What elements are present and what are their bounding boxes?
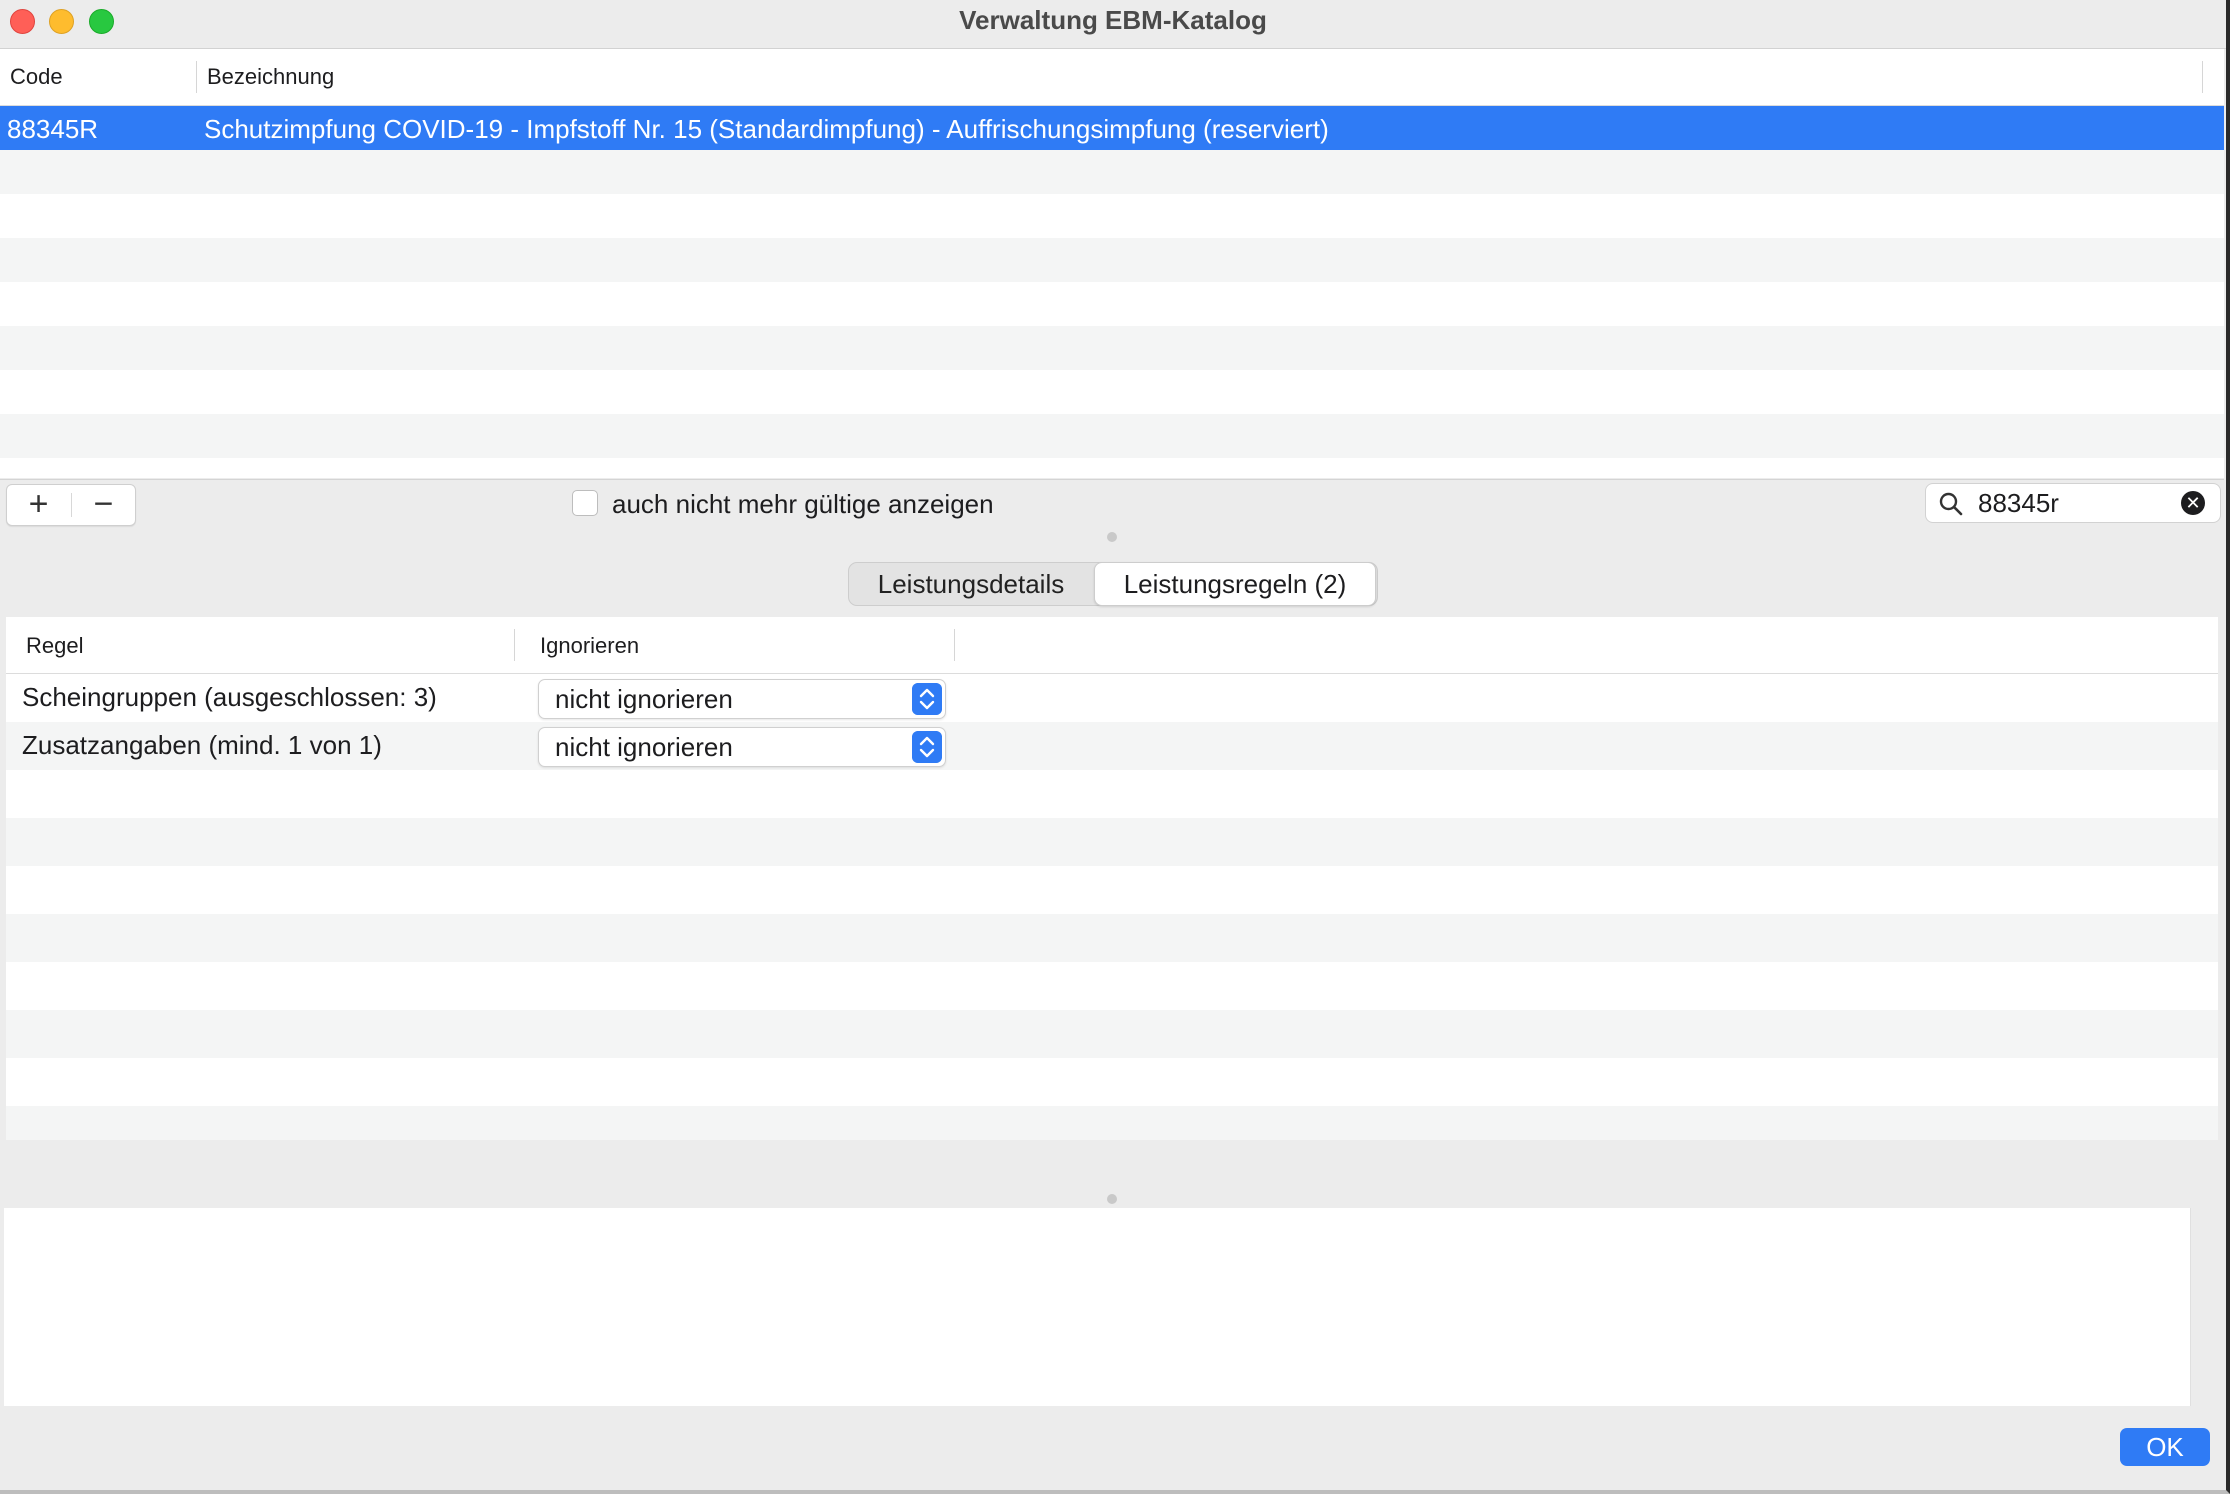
tab-leistungsregeln[interactable]: Leistungsregeln (2): [1094, 562, 1376, 606]
empty-row: [6, 818, 2218, 866]
search-field[interactable]: 88345r ✕: [1925, 483, 2221, 523]
rule-name: Zusatzangaben (mind. 1 von 1): [22, 730, 382, 760]
ignore-select[interactable]: nicht ignorieren: [538, 727, 946, 767]
column-divider: [954, 629, 955, 661]
show-invalid-label[interactable]: auch nicht mehr gültige anzeigen: [612, 489, 994, 520]
notes-text-area[interactable]: [4, 1208, 2191, 1406]
empty-row: [0, 150, 2224, 194]
catalog-row-code: 88345R: [7, 114, 99, 144]
catalog-table-header: Code Bezeichnung: [0, 49, 2224, 106]
empty-row: [0, 194, 2224, 238]
empty-row: [6, 866, 2218, 914]
rule-row[interactable]: Zusatzangaben (mind. 1 von 1) nicht igno…: [6, 722, 2218, 770]
catalog-table: Code Bezeichnung 88345R Schutzimpfung CO…: [0, 49, 2224, 478]
add-entry-button[interactable]: +: [7, 485, 70, 525]
empty-row: [6, 1106, 2218, 1140]
column-header-ignorieren[interactable]: Ignorieren: [540, 633, 639, 659]
ignore-select-value: nicht ignorieren: [555, 732, 733, 762]
empty-row: [6, 1058, 2218, 1106]
empty-row: [6, 962, 2218, 1010]
empty-row: [6, 770, 2218, 818]
rules-table: Regel Ignorieren Scheingruppen (ausgesch…: [6, 617, 2218, 1140]
empty-row: [0, 282, 2224, 326]
column-divider: [514, 629, 515, 661]
ebm-catalog-window: Verwaltung EBM-Katalog Code Bezeichnung …: [0, 0, 2230, 1494]
column-header-code[interactable]: Code: [10, 64, 63, 90]
title-bar: Verwaltung EBM-Katalog: [0, 0, 2226, 49]
remove-entry-button[interactable]: −: [72, 485, 135, 525]
ignore-select[interactable]: nicht ignorieren: [538, 679, 946, 719]
catalog-row-selected[interactable]: 88345R Schutzimpfung COVID-19 - Impfstof…: [0, 106, 2224, 150]
rule-name: Scheingruppen (ausgeschlossen: 3): [22, 682, 437, 712]
empty-row: [0, 370, 2224, 414]
up-down-chevron-icon: [912, 683, 942, 715]
tab-leistungsdetails[interactable]: Leistungsdetails: [849, 563, 1093, 605]
detail-tabs: Leistungsdetails Leistungsregeln (2): [848, 562, 1378, 606]
empty-row: [0, 238, 2224, 282]
empty-row: [6, 1010, 2218, 1058]
ok-button[interactable]: OK: [2120, 1428, 2210, 1466]
search-input[interactable]: 88345r: [1978, 488, 2059, 519]
split-view-handle[interactable]: [1107, 1194, 1117, 1204]
ignore-select-value: nicht ignorieren: [555, 684, 733, 714]
rule-row[interactable]: Scheingruppen (ausgeschlossen: 3) nicht …: [6, 674, 2218, 722]
window-title: Verwaltung EBM-Katalog: [959, 5, 1267, 35]
column-divider: [2202, 61, 2203, 93]
empty-row: [0, 414, 2224, 458]
empty-row: [0, 326, 2224, 370]
column-header-bezeichnung[interactable]: Bezeichnung: [207, 64, 334, 90]
clear-search-icon[interactable]: ✕: [2181, 491, 2205, 515]
column-divider: [196, 61, 197, 93]
show-invalid-checkbox[interactable]: [572, 490, 598, 516]
empty-row: [6, 914, 2218, 962]
rules-table-header: Regel Ignorieren: [6, 617, 2218, 674]
catalog-row-bezeichnung: Schutzimpfung COVID-19 - Impfstoff Nr. 1…: [204, 114, 1329, 144]
split-view-handle[interactable]: [1107, 532, 1117, 542]
up-down-chevron-icon: [912, 731, 942, 763]
catalog-toolbar: + − auch nicht mehr gültige anzeigen 883…: [0, 479, 2224, 530]
search-icon: [1939, 492, 1963, 516]
add-remove-control: + −: [6, 484, 136, 526]
column-header-regel[interactable]: Regel: [26, 633, 83, 659]
